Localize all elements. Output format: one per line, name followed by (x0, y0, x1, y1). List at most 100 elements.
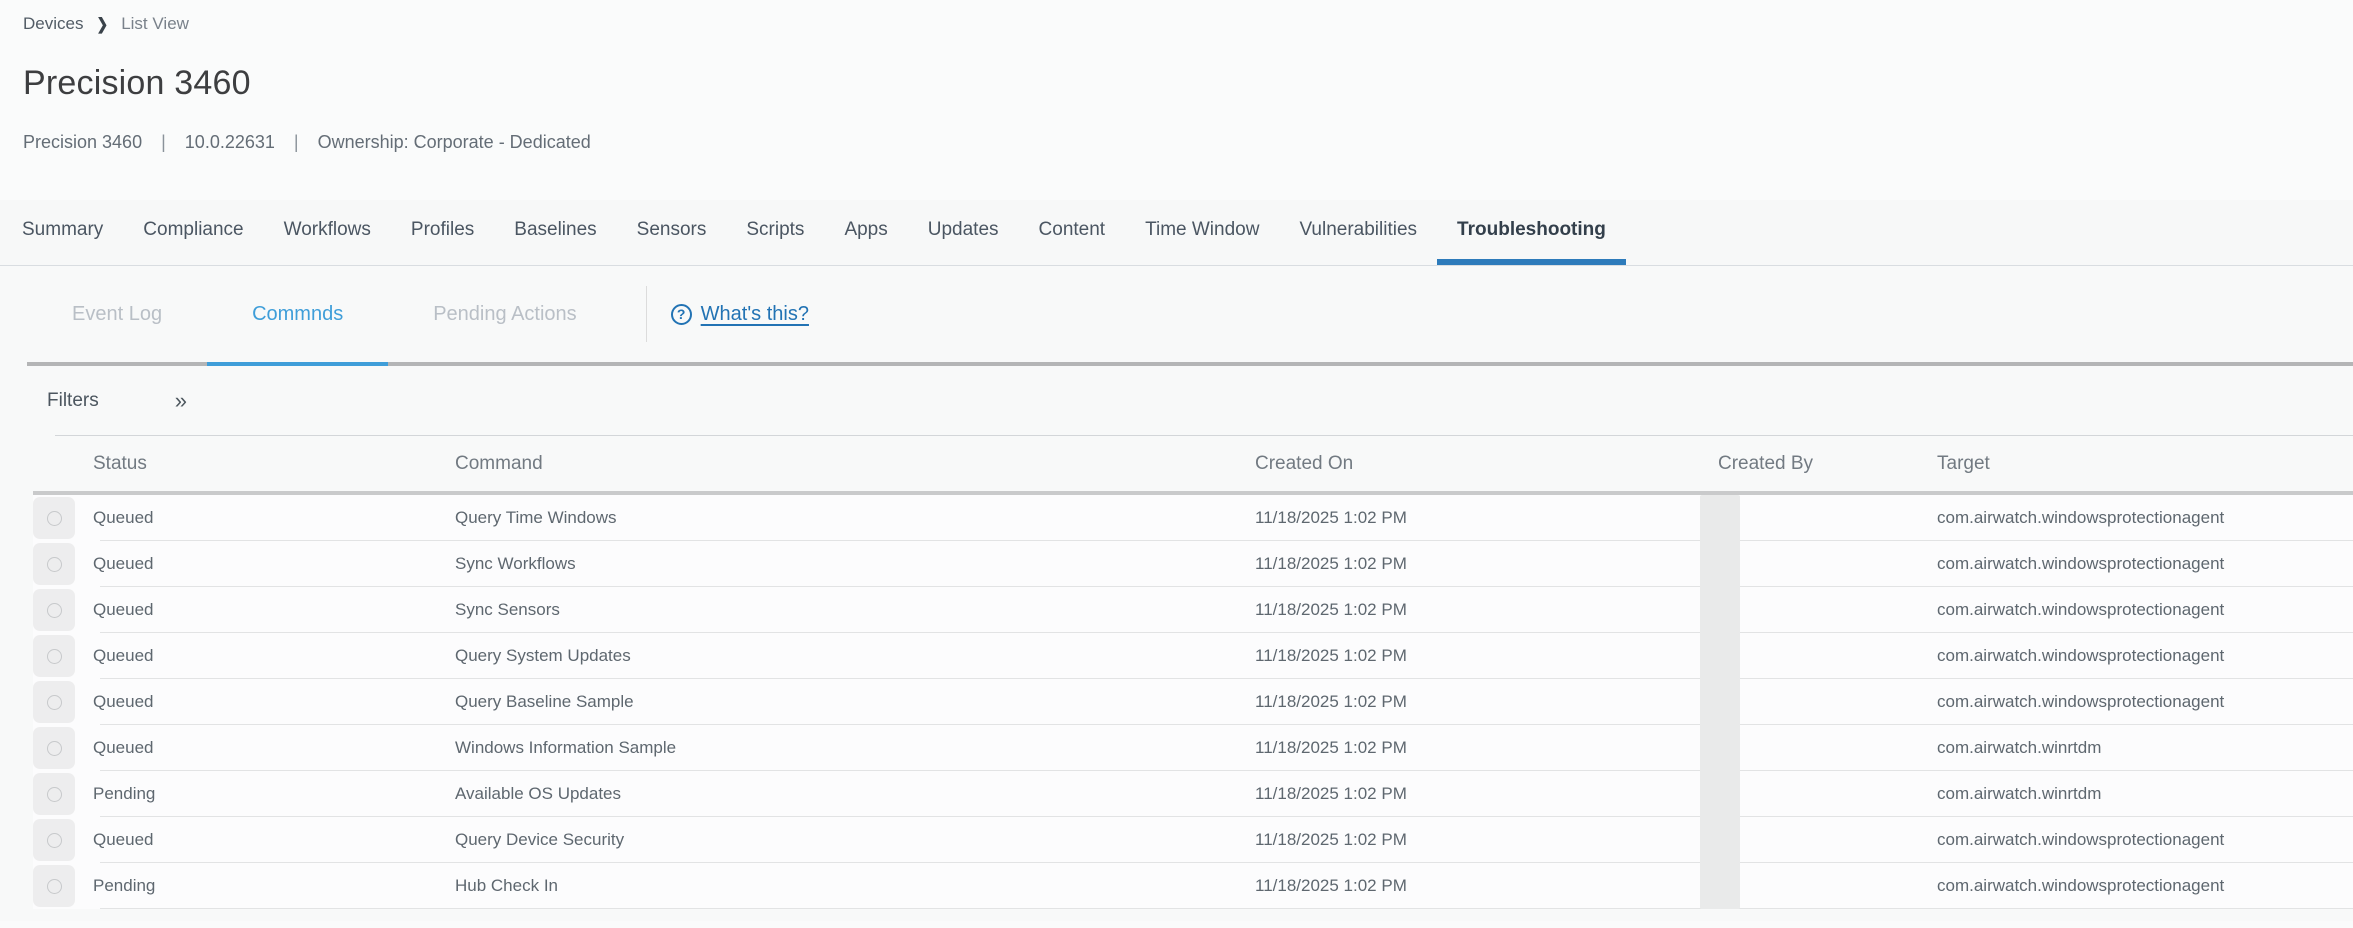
cell-status: Queued (93, 600, 455, 620)
meta-separator: | (294, 132, 299, 152)
cell-status: Pending (93, 784, 455, 804)
cell-status: Queued (93, 646, 455, 666)
table-row[interactable]: Queued Query System Updates 11/18/2025 1… (33, 633, 2353, 679)
row-select-radio[interactable] (33, 773, 75, 815)
col-status: Status (93, 453, 455, 475)
row-select-radio[interactable] (33, 635, 75, 677)
tab-label: Baselines (514, 219, 596, 241)
row-select-radio[interactable] (33, 727, 75, 769)
cell-created-on: 11/18/2025 1:02 PM (1255, 600, 1718, 620)
row-select-radio[interactable] (33, 819, 75, 861)
subtab-commnds[interactable]: Commnds (207, 266, 388, 366)
row-select-radio[interactable] (33, 865, 75, 907)
tab-troubleshooting[interactable]: Troubleshooting (1437, 200, 1626, 265)
cell-created-on: 11/18/2025 1:02 PM (1255, 646, 1718, 666)
row-radio-cell (33, 865, 93, 907)
radio-circle-icon (47, 695, 62, 710)
double-chevron-right-icon[interactable]: » (175, 390, 187, 412)
row-select-radio[interactable] (33, 681, 75, 723)
col-created-by: Created By (1718, 453, 1937, 475)
tab-scripts[interactable]: Scripts (726, 200, 824, 265)
device-meta-os-version: 10.0.22631 (185, 132, 275, 152)
row-radio-cell (33, 819, 93, 861)
table-row[interactable]: Queued Query Baseline Sample 11/18/2025 … (33, 679, 2353, 725)
table-row[interactable]: Queued Query Device Security 11/18/2025 … (33, 817, 2353, 863)
table-body: Queued Query Time Windows 11/18/2025 1:0… (33, 495, 2353, 909)
radio-circle-icon (47, 741, 62, 756)
subtab-label: Event Log (72, 303, 162, 326)
cell-target: com.airwatch.windowsprotectionagent (1937, 876, 2353, 896)
radio-circle-icon (47, 879, 62, 894)
row-radio-cell (33, 543, 93, 585)
row-select-radio[interactable] (33, 497, 75, 539)
row-radio-cell (33, 589, 93, 631)
tab-vulnerabilities[interactable]: Vulnerabilities (1279, 200, 1437, 265)
subtab-event-log[interactable]: Event Log (27, 266, 207, 366)
question-circle-icon[interactable]: ? (671, 304, 692, 325)
tab-workflows[interactable]: Workflows (264, 200, 391, 265)
tab-time-window[interactable]: Time Window (1125, 200, 1279, 265)
cell-command: Query Time Windows (455, 508, 1255, 528)
cell-created-on: 11/18/2025 1:02 PM (1255, 830, 1718, 850)
table-header: Status Command Created On Created By Tar… (33, 436, 2353, 491)
subtab-label: Commnds (252, 303, 343, 326)
tab-label: Troubleshooting (1457, 219, 1606, 241)
cell-command: Query System Updates (455, 646, 1255, 666)
page-title: Precision 3460 (23, 64, 2353, 103)
row-select-radio[interactable] (33, 543, 75, 585)
radio-circle-icon (47, 603, 62, 618)
table-row[interactable]: Queued Windows Information Sample 11/18/… (33, 725, 2353, 771)
cell-created-on: 11/18/2025 1:02 PM (1255, 784, 1718, 804)
row-radio-cell (33, 727, 93, 769)
radio-circle-icon (47, 787, 62, 802)
tab-label: Scripts (746, 219, 804, 241)
subtab-group: Event Log Commnds Pending Actions (27, 266, 622, 362)
tab-apps[interactable]: Apps (824, 200, 907, 265)
subtab-divider (646, 286, 647, 342)
breadcrumb-devices[interactable]: Devices (23, 14, 83, 34)
tab-summary[interactable]: Summary (2, 200, 123, 265)
whats-this-label: What's this? (701, 303, 809, 326)
cell-target: com.airwatch.windowsprotectionagent (1937, 508, 2353, 528)
tab-label: Content (1039, 219, 1106, 241)
tab-content[interactable]: Content (1019, 200, 1126, 265)
table-row[interactable]: Queued Sync Sensors 11/18/2025 1:02 PM c… (33, 587, 2353, 633)
radio-circle-icon (47, 833, 62, 848)
tab-baselines[interactable]: Baselines (494, 200, 616, 265)
cell-created-on: 11/18/2025 1:02 PM (1255, 876, 1718, 896)
whats-this-link[interactable]: ? What's this? (671, 266, 809, 362)
commands-table: Status Command Created On Created By Tar… (33, 436, 2353, 909)
troubleshooting-panel: Event Log Commnds Pending Actions ? What… (0, 266, 2353, 921)
subtab-label: Pending Actions (433, 303, 576, 326)
meta-separator: | (161, 132, 166, 152)
cell-target: com.airwatch.windowsprotectionagent (1937, 646, 2353, 666)
cell-command: Available OS Updates (455, 784, 1255, 804)
col-command: Command (455, 453, 1255, 475)
tab-label: Vulnerabilities (1299, 219, 1417, 241)
breadcrumb: Devices ❯ List View (0, 0, 2353, 34)
cell-target: com.airwatch.winrtdm (1937, 738, 2353, 758)
table-row[interactable]: Pending Available OS Updates 11/18/2025 … (33, 771, 2353, 817)
col-target: Target (1937, 453, 2353, 475)
table-row[interactable]: Queued Query Time Windows 11/18/2025 1:0… (33, 495, 2353, 541)
table-row[interactable]: Pending Hub Check In 11/18/2025 1:02 PM … (33, 863, 2353, 909)
cell-created-on: 11/18/2025 1:02 PM (1255, 692, 1718, 712)
cell-created-on: 11/18/2025 1:02 PM (1255, 554, 1718, 574)
cell-status: Queued (93, 508, 455, 528)
tab-label: Profiles (411, 219, 474, 241)
cell-command: Sync Sensors (455, 600, 1255, 620)
device-tab-bar: Summary Compliance Workflows Profiles Ba… (0, 200, 2353, 266)
tab-sensors[interactable]: Sensors (617, 200, 727, 265)
tab-profiles[interactable]: Profiles (391, 200, 494, 265)
breadcrumb-list-view[interactable]: List View (121, 14, 189, 34)
table-row[interactable]: Queued Sync Workflows 11/18/2025 1:02 PM… (33, 541, 2353, 587)
cell-command: Query Baseline Sample (455, 692, 1255, 712)
cell-created-on: 11/18/2025 1:02 PM (1255, 508, 1718, 528)
tab-updates[interactable]: Updates (908, 200, 1019, 265)
device-meta-name: Precision 3460 (23, 132, 142, 152)
row-radio-cell (33, 635, 93, 677)
tab-compliance[interactable]: Compliance (123, 200, 263, 265)
tab-label: Apps (844, 219, 887, 241)
row-select-radio[interactable] (33, 589, 75, 631)
subtab-pending-actions[interactable]: Pending Actions (388, 266, 621, 366)
